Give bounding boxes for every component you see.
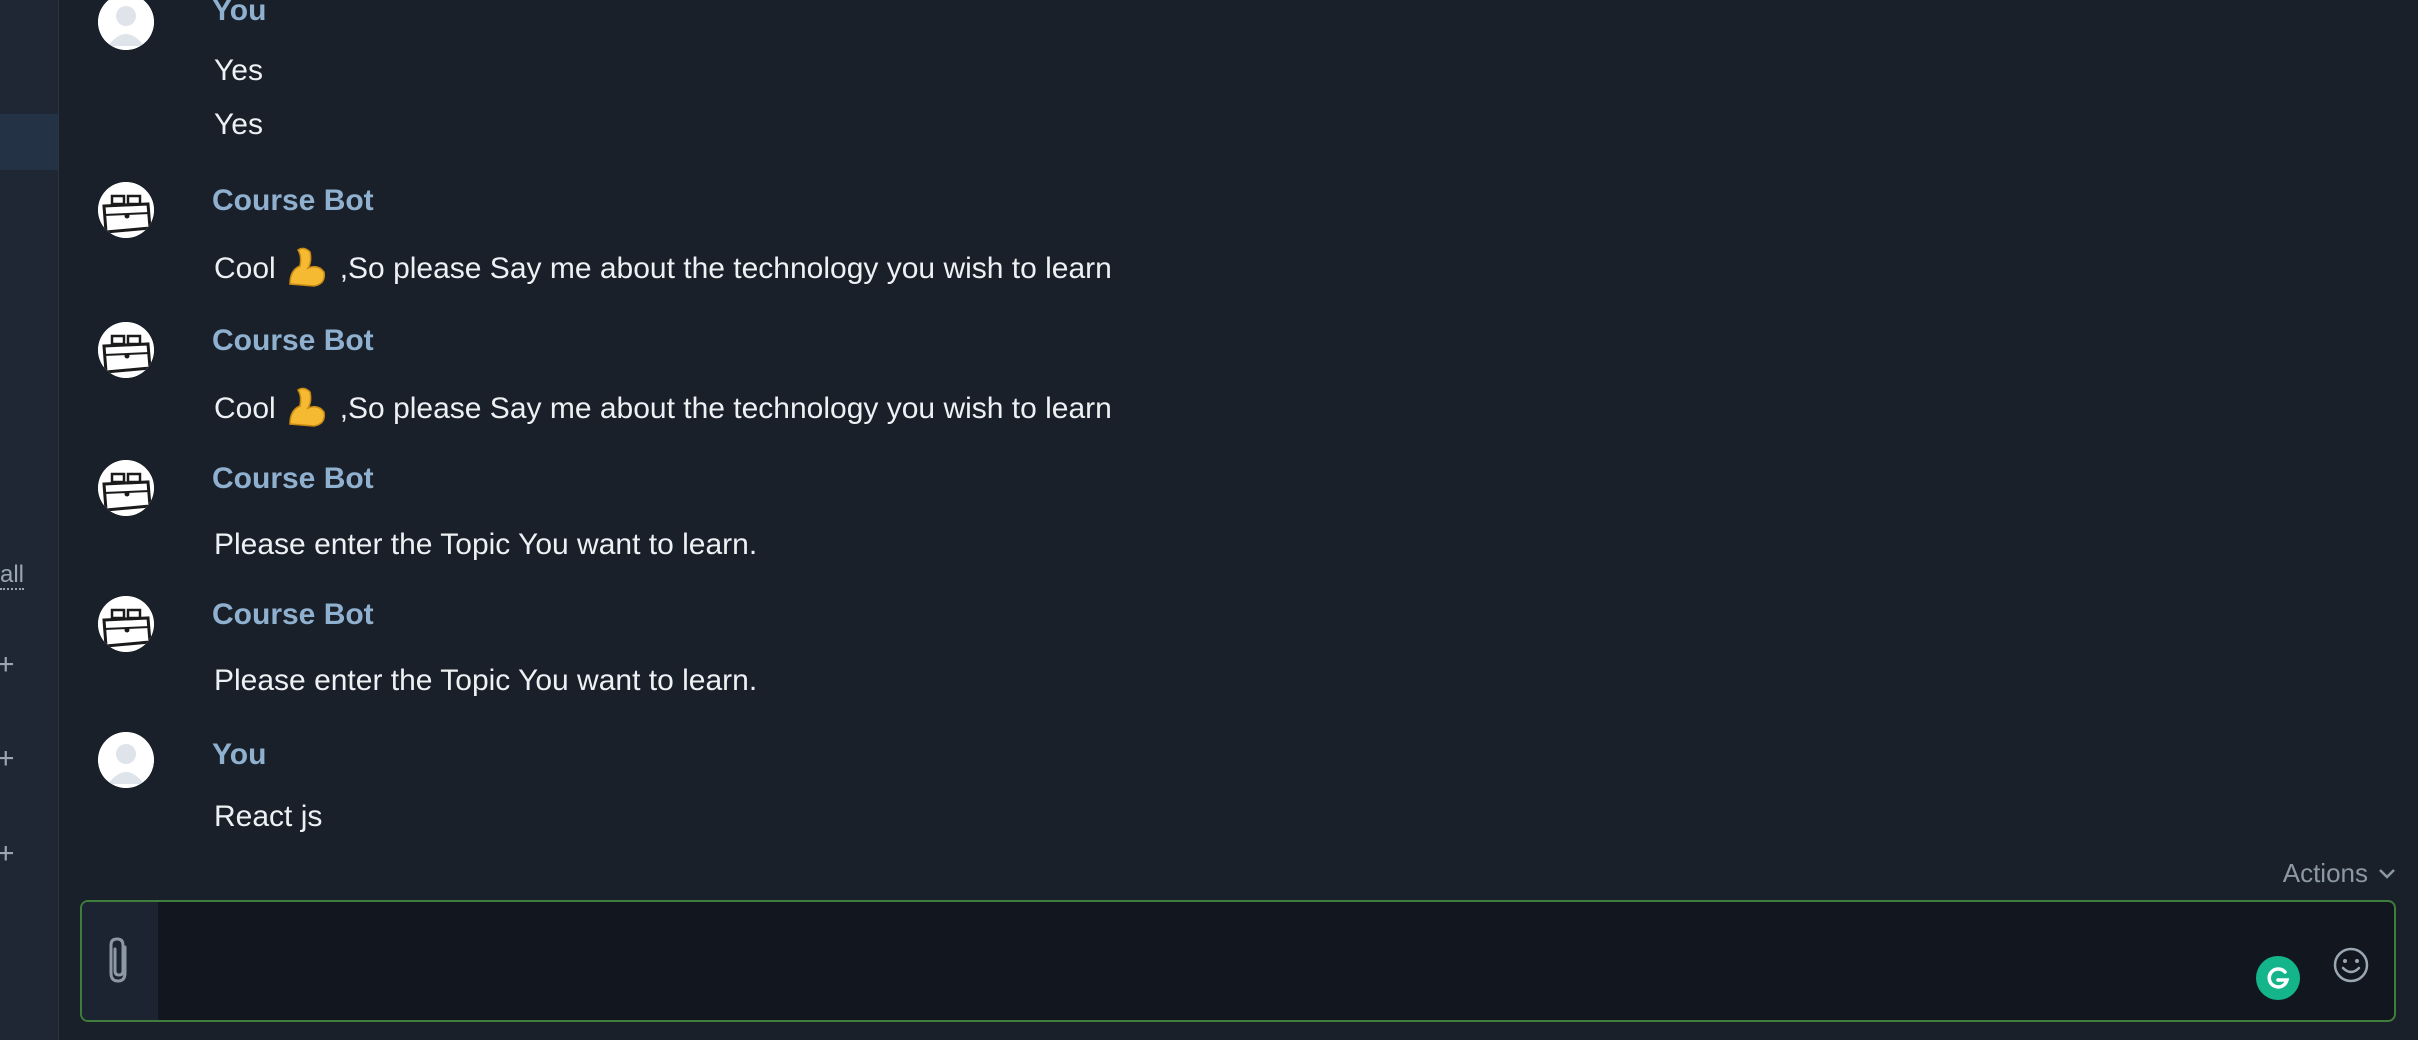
paperclip-icon [109,937,127,983]
flexed-biceps-emoji [284,384,328,436]
attach-button[interactable] [82,902,158,1020]
sidebar: all + + + [0,0,59,1040]
message-sender[interactable]: You [212,738,266,772]
briefcase-avatar-icon[interactable] [98,182,154,238]
actions-label: Actions [2282,858,2368,888]
sidebar-all-link[interactable]: all [0,562,25,590]
message-input[interactable] [158,902,2238,1020]
message-sender[interactable]: Course Bot [212,462,374,496]
briefcase-avatar-icon[interactable] [98,460,154,516]
message-text: Please enter the Topic You want to learn… [214,528,758,561]
actions-menu[interactable]: Actions [2283,858,2396,889]
message-text: Cool ,So please Say me about the technolo… [214,244,1112,296]
briefcase-avatar-icon[interactable] [98,322,154,378]
message-text: React js [214,800,323,833]
chevron-down-icon [2379,868,2395,879]
user-avatar-icon[interactable] [98,732,154,788]
message-list: You Yes Yes Course Bot Cool ,So please Sa… [60,0,2418,880]
message-sender[interactable]: Course Bot [212,598,374,632]
message-text: Yes [214,54,263,87]
add-icon[interactable]: + [0,650,15,680]
grammarly-icon[interactable] [2256,956,2300,1000]
flexed-biceps-emoji [284,244,328,296]
message-text: Yes [214,108,263,141]
emoji-button[interactable] [2332,946,2370,989]
message-composer [80,900,2396,1022]
message-text: Please enter the Topic You want to learn… [214,664,758,697]
message-text: Cool ,So please Say me about the technolo… [214,384,1112,436]
add-icon[interactable]: + [0,839,15,869]
message-sender[interactable]: Course Bot [212,184,374,218]
sidebar-active-item[interactable] [0,114,58,170]
message-sender[interactable]: Course Bot [212,324,374,358]
smiley-icon [2333,947,2369,983]
message-sender[interactable]: You [212,0,266,28]
add-icon[interactable]: + [0,744,15,774]
user-avatar-icon[interactable] [98,0,154,50]
briefcase-avatar-icon[interactable] [98,596,154,652]
